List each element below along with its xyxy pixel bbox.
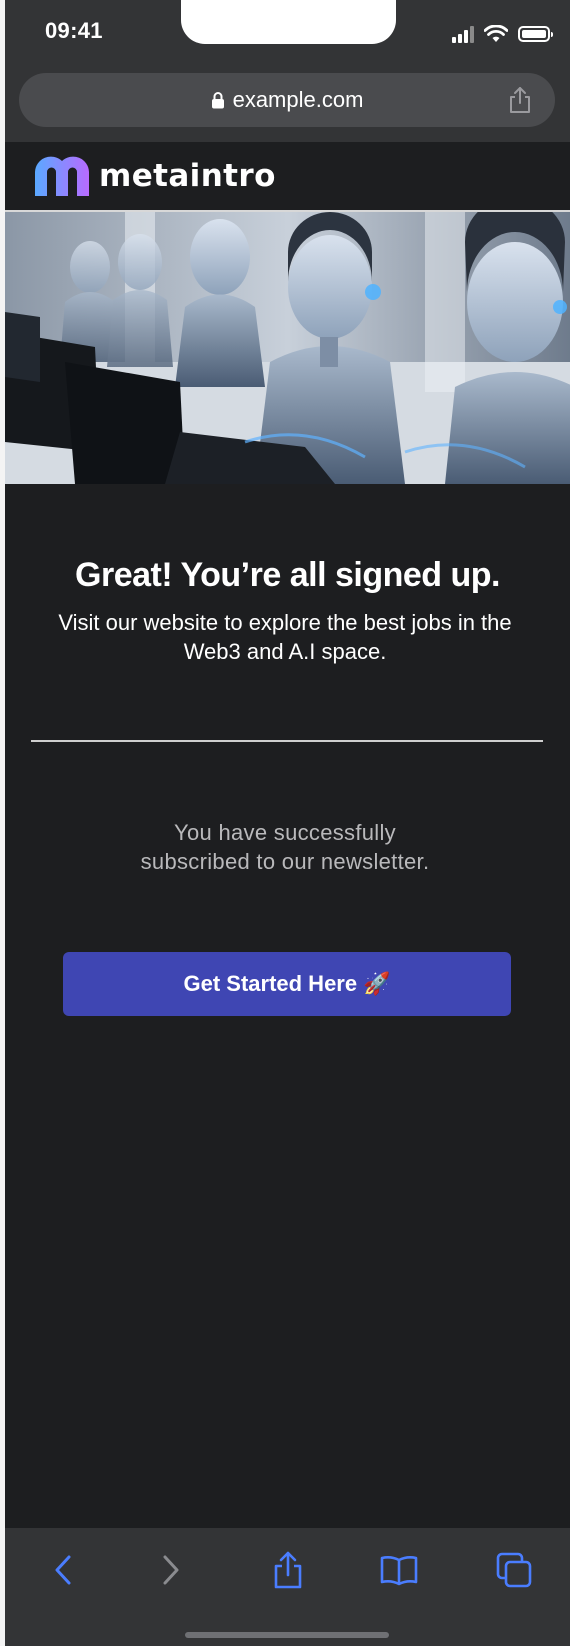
address-bar[interactable]: example.com (19, 73, 555, 127)
signal-icon (452, 25, 474, 43)
share-button[interactable] (266, 1548, 310, 1592)
phone-screen: 09:41 example.com metaintro Great! You’r… (0, 0, 570, 1646)
forward-icon (163, 1555, 179, 1585)
logo[interactable]: metaintro (33, 154, 276, 198)
forward-button[interactable] (149, 1548, 193, 1592)
success-line-1: You have successfully (174, 820, 396, 845)
share-icon (274, 1551, 302, 1589)
url-text: example.com (232, 87, 364, 112)
tabs-icon (496, 1552, 532, 1588)
lock-icon (211, 92, 224, 109)
metaintro-logo-icon (35, 156, 89, 196)
bookmarks-button[interactable] (377, 1548, 421, 1592)
status-icons (452, 24, 553, 44)
get-started-button[interactable]: Get Started Here 🚀 (63, 952, 511, 1016)
bookmarks-icon (380, 1556, 418, 1586)
share-icon[interactable] (507, 86, 533, 114)
battery-icon (518, 26, 553, 42)
notch (181, 0, 396, 44)
rocket-icon: 🚀 (363, 971, 391, 996)
status-time: 09:41 (45, 18, 103, 43)
site-header: metaintro (5, 142, 570, 212)
browser-top-bar: example.com (5, 66, 570, 142)
success-line-2: subscribed to our newsletter. (140, 849, 430, 874)
home-indicator[interactable] (185, 1632, 389, 1638)
tabs-button[interactable] (492, 1548, 536, 1592)
hero-illustration (5, 212, 570, 484)
logo-text: metaintro (99, 158, 276, 194)
divider (31, 740, 543, 742)
signup-headline: Great! You’re all signed up. (75, 556, 500, 594)
get-started-label: Get Started Here (183, 971, 358, 996)
success-message: You have successfully subscribed to our … (85, 818, 485, 876)
hero-image (5, 212, 570, 484)
browser-toolbar (5, 1528, 570, 1646)
back-icon (55, 1555, 71, 1585)
back-button[interactable] (41, 1548, 85, 1592)
signup-subtext: Visit our website to explore the best jo… (58, 610, 512, 664)
wifi-icon (484, 25, 508, 42)
status-bar: 09:41 (5, 0, 570, 66)
